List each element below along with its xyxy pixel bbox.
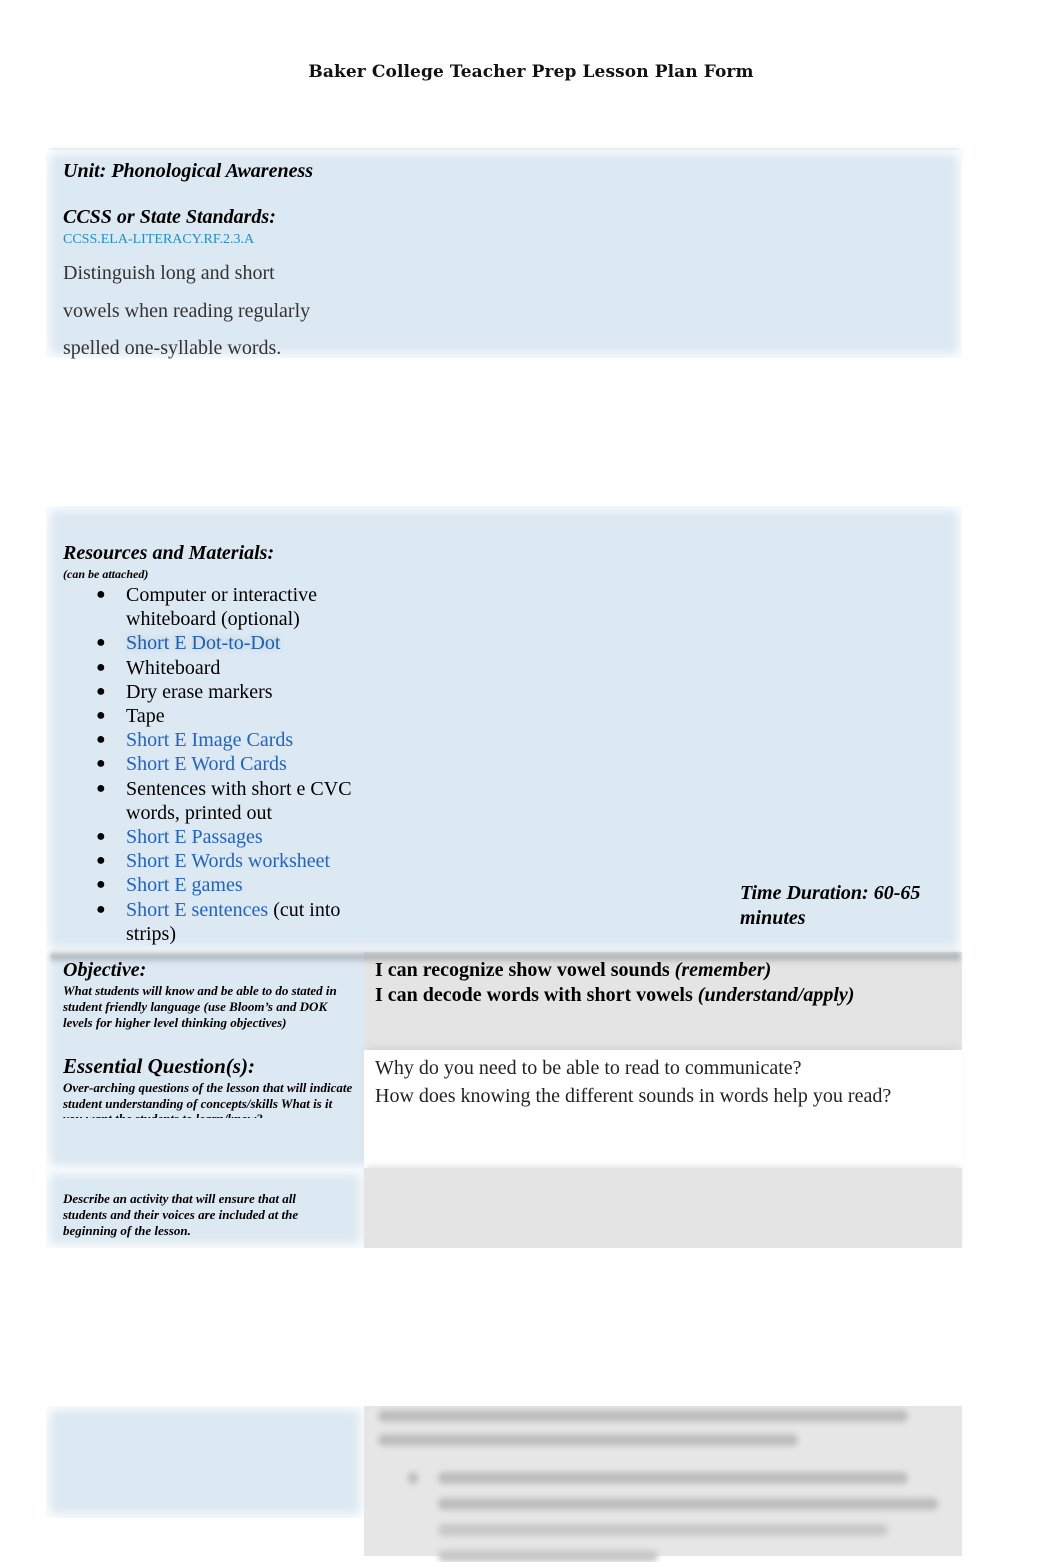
standard-description-line: vowels when reading regularly [63, 299, 311, 322]
standard-description-line: spelled one-syllable words. [63, 337, 282, 359]
resource-text: Tape [126, 705, 165, 728]
resource-item: ● Whiteboard [63, 656, 363, 680]
bullet-icon: ● [96, 900, 106, 918]
standard-description-line: Distinguish long and short [63, 262, 275, 284]
objective-statement: I can recognize show vowel sounds (remem… [375, 958, 854, 983]
resource-link[interactable]: Short E Dot-to-Dot [126, 632, 280, 654]
essential-question: How does knowing the different sounds in… [375, 1084, 892, 1107]
resource-item: ● Sentences with short e CVC words, print… [63, 777, 363, 825]
objective-statement: I can decode words with short vowels (un… [375, 983, 854, 1008]
inclusion-activity-response-cell [364, 1168, 962, 1248]
resource-item: ● Short E Words worksheet [63, 849, 363, 873]
essential-questions-description: Over-arching questions of the lesson tha… [63, 1080, 353, 1118]
resources-heading: Resources and Materials: [63, 542, 275, 564]
obscured-text [378, 1404, 938, 1562]
standard-description: Distinguish long and short vowels when r… [63, 255, 363, 368]
bullet-icon: ● [96, 707, 106, 725]
resource-text: Whiteboard [126, 656, 221, 679]
bullet-icon: ● [96, 852, 106, 870]
resource-link[interactable]: Short E Words worksheet [126, 850, 330, 872]
document-title: Baker College Teacher Prep Lesson Plan F… [308, 62, 754, 82]
obscured-label-cell [46, 1406, 364, 1518]
resource-link[interactable]: Short E games [126, 874, 243, 896]
bullet-icon: ● [96, 682, 106, 700]
bullet-icon: ● [96, 586, 106, 603]
objective-statements: I can recognize show vowel sounds (remem… [375, 958, 854, 1008]
bullet-icon: ● [96, 755, 106, 773]
resource-item: ● Tape [63, 704, 363, 728]
resource-link[interactable]: Short E Passages [126, 826, 263, 848]
bullet-icon: ● [96, 828, 106, 846]
essential-questions-list: Why do you need to be able to read to co… [375, 1055, 891, 1110]
resources-subheading: (can be attached) [63, 567, 149, 581]
objective-statement-text: I can decode words with short vowels [375, 984, 698, 1006]
resource-link[interactable]: Short E sentences [126, 899, 268, 921]
resource-item: ● Short E Passages [63, 825, 363, 849]
resource-text: Sentences with short e CVC words, printe… [126, 777, 352, 824]
resources-list: ● Computer or interactive whiteboard (opt… [63, 583, 363, 946]
standard-code-link[interactable]: CCSS.ELA-LITERACY.RF.2.3.A [63, 232, 254, 248]
objective-heading: Objective: [63, 959, 147, 981]
objective-description: What students will know and be able to d… [63, 983, 337, 1030]
resource-link[interactable]: Short E Image Cards [126, 729, 293, 751]
bullet-icon: ● [96, 658, 106, 676]
resource-text: Dry erase markers [126, 680, 273, 703]
essential-question: Why do you need to be able to read to co… [375, 1057, 802, 1079]
inclusion-activity-description: Describe an activity that will ensure th… [63, 1191, 299, 1238]
bullet-icon: ● [96, 779, 106, 797]
resource-item: ● Short E Dot-to-Dot [63, 631, 363, 655]
bullet-icon: ● [96, 731, 106, 749]
standards-heading: CCSS or State Standards: [63, 206, 276, 228]
unit-label: Unit: Phonological Awareness [63, 160, 314, 182]
resource-item: ● Computer or interactive whiteboard (opt… [63, 583, 363, 631]
essential-questions-heading: Essential Question(s): [63, 1054, 255, 1078]
resource-item: ● Short E sentences (cut into strips) [63, 898, 363, 946]
resource-item: ● Short E Word Cards [63, 752, 363, 776]
objective-statement-text: I can recognize show vowel sounds [375, 959, 675, 981]
time-duration: Time Duration: 60-65 minutes [740, 882, 921, 929]
bullet-icon: ● [96, 634, 106, 652]
blooms-level: (remember) [674, 959, 772, 981]
resource-item: ● Short E Image Cards [63, 728, 363, 752]
resource-item: ● Dry erase markers [63, 680, 363, 704]
resource-text: Computer or interactive whiteboard (opti… [126, 584, 318, 631]
blooms-level: (understand/apply) [697, 984, 855, 1006]
bullet-icon: ● [96, 876, 106, 894]
resource-item: ● Short E games [63, 873, 363, 897]
resource-link[interactable]: Short E Word Cards [126, 753, 287, 775]
